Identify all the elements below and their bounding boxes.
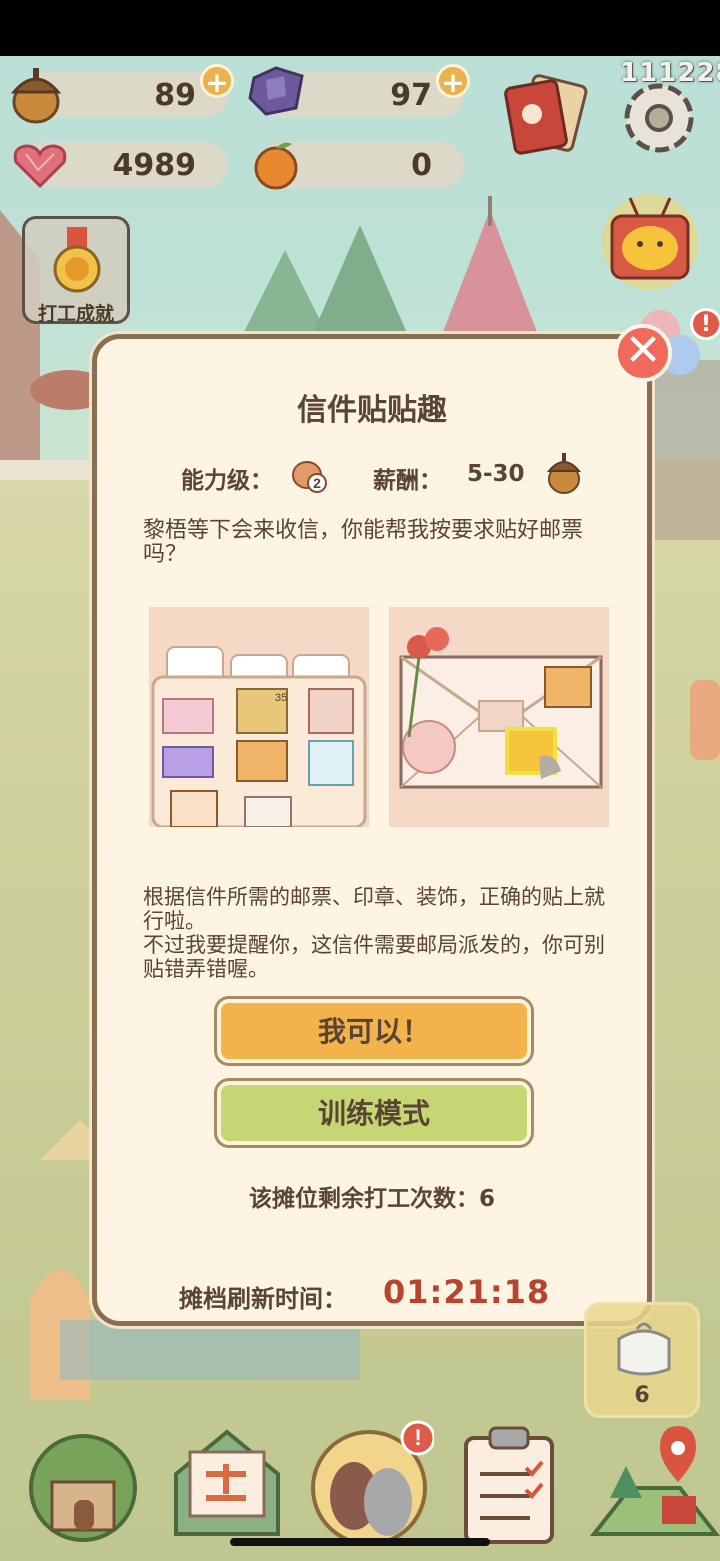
gift-bag-icon xyxy=(617,1322,671,1376)
acorn-icon xyxy=(10,68,62,124)
description-1: 根据信件所需的邮票、印章、装饰，正确的贴上就行啦。 xyxy=(143,885,605,933)
acorn-value: 89 xyxy=(154,78,196,113)
gift-pack-count: 6 xyxy=(634,1383,650,1408)
remaining-label: 该摊位剩余打工次数： xyxy=(248,1186,479,1212)
dialog-title: 信件贴贴趣 xyxy=(297,393,447,428)
remaining-count: 6 xyxy=(478,1186,495,1212)
ability-level-icon: 2 xyxy=(292,461,327,493)
status-bar xyxy=(0,0,720,56)
tutorial-image-stamp-album: 35 xyxy=(149,607,369,827)
map-icon[interactable] xyxy=(590,1418,720,1548)
tutorial-image-envelope xyxy=(389,607,609,827)
accept-button[interactable]: 我可以！ xyxy=(217,999,531,1063)
task-clipboard-icon[interactable] xyxy=(452,1418,582,1548)
description-2: 不过我要提醒你，这信件需要邮局派发的，你可别贴错弄错喔。 xyxy=(143,933,605,981)
work-achievement-button[interactable]: 打工成就 xyxy=(22,216,130,325)
purple-gem-icon xyxy=(248,66,304,116)
training-mode-button[interactable]: 训练模式 xyxy=(217,1081,531,1145)
achievement-label: 打工成就 xyxy=(37,303,114,325)
job-dialog: 信件贴贴趣 能力级： 2 薪酬： 5-30 黎梧等下会来收信，你能帮我按要求贴好… xyxy=(92,334,652,1326)
notification-badge: ! xyxy=(690,308,720,340)
gem-plus-button[interactable]: + xyxy=(436,64,470,99)
heart-crystal-icon xyxy=(13,144,67,189)
gift-pack-button[interactable]: 6 xyxy=(584,1302,700,1418)
salary-value: 5-30 xyxy=(467,461,525,487)
remaining-count-text: 该摊位剩余打工次数：6 xyxy=(97,1179,647,1213)
refresh-label: 摊档刷新时间： xyxy=(179,1285,347,1313)
heart-value: 4989 xyxy=(112,148,197,183)
ability-label: 能力级： xyxy=(181,468,273,494)
orange-icon xyxy=(254,142,298,190)
house-icon[interactable] xyxy=(18,1418,148,1548)
home-indicator[interactable] xyxy=(230,1538,490,1546)
orange-value: 0 xyxy=(411,148,432,183)
album-stamp-label: 35 xyxy=(275,692,287,704)
refresh-timer: 01:21:18 xyxy=(383,1273,551,1311)
salary-acorn-icon xyxy=(546,453,582,494)
game-scene: 89 + 97 + 4989 0 111228 xyxy=(0,0,720,1561)
tv-mascot-icon[interactable] xyxy=(600,182,700,292)
close-button[interactable]: ✕ xyxy=(614,324,672,382)
salary-label: 薪酬： xyxy=(373,468,442,494)
dialog-intro: 黎梧等下会来收信，你能帮我按要求贴好邮票吗？ xyxy=(143,518,584,567)
top-right-number: 111228 xyxy=(620,58,720,88)
svg-text:!: ! xyxy=(414,1425,421,1450)
medal-icon xyxy=(53,227,101,293)
acorn-plus-button[interactable]: + xyxy=(200,64,234,99)
characters-icon[interactable]: ! xyxy=(304,1418,434,1548)
ability-level-value: 2 xyxy=(313,475,321,491)
book-icon[interactable] xyxy=(500,70,592,162)
gem-value: 97 xyxy=(390,78,432,113)
letter-icon[interactable] xyxy=(162,1418,292,1548)
